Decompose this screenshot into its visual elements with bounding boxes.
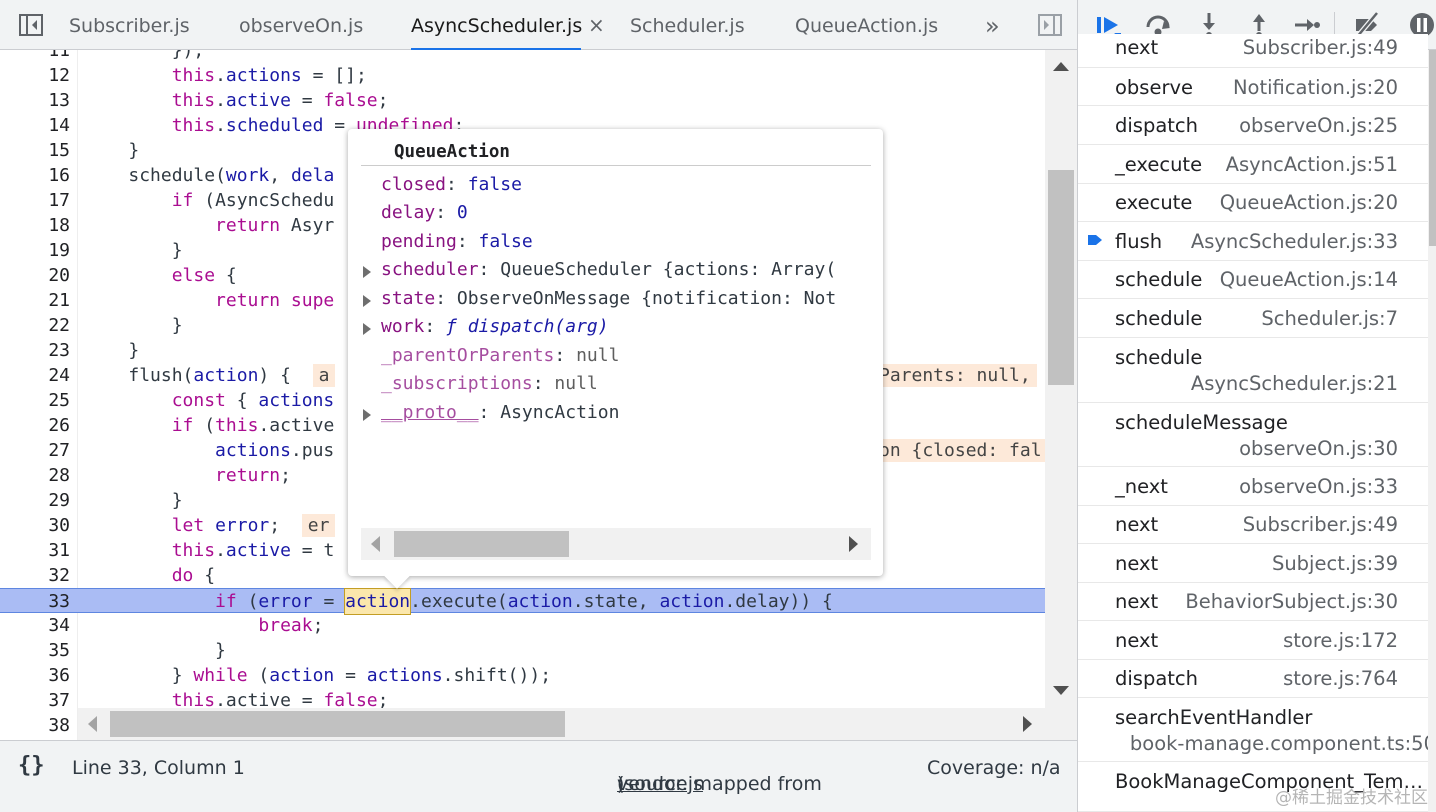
property-row-expandable[interactable]: state: ObserveOnMessage {notification: N…: [348, 285, 873, 313]
call-frame[interactable]: searchEventHandler book-manage.component.…: [1078, 698, 1436, 762]
call-stack-scroll-thumb[interactable]: [1429, 50, 1436, 246]
close-tab-icon[interactable]: ×: [588, 0, 605, 50]
status-bar: {} Line 33, Column 1 (source mapped from…: [0, 740, 1077, 812]
code-line[interactable]: 13 this.active = false;: [0, 88, 1045, 113]
expand-triangle-icon[interactable]: [363, 266, 371, 278]
code-line[interactable]: 11 });: [0, 50, 1045, 63]
code-line[interactable]: 12 this.actions = [];: [0, 63, 1045, 88]
property-row-expandable[interactable]: work: ƒ dispatch(arg): [348, 313, 873, 341]
scroll-right-arrow-icon[interactable]: [1023, 716, 1032, 732]
hovered-variable[interactable]: action: [344, 588, 412, 615]
call-frame[interactable]: next BehaviorSubject.js:30: [1078, 583, 1428, 621]
call-stack-scrollbar[interactable]: [1428, 50, 1436, 812]
vertical-scroll-thumb[interactable]: [1048, 170, 1074, 385]
call-frame[interactable]: _next observeOn.js:33: [1078, 467, 1428, 506]
toggle-navigator-icon[interactable]: [18, 12, 44, 38]
call-frame[interactable]: schedule QueueAction.js:14: [1078, 261, 1428, 299]
horizontal-scroll-thumb[interactable]: [110, 711, 565, 737]
call-frame[interactable]: scheduleMessage observeOn.js:30: [1078, 403, 1428, 467]
current-frame-arrow-icon: [1088, 235, 1102, 245]
call-frame-current[interactable]: flush AsyncScheduler.js:33: [1078, 222, 1428, 261]
popover-horizontal-scrollbar[interactable]: [361, 528, 871, 560]
call-frame[interactable]: dispatch observeOn.js:25: [1078, 106, 1428, 145]
tab-observeon[interactable]: observeOn.js: [239, 0, 363, 50]
toggle-debugger-icon[interactable]: [1037, 12, 1063, 38]
inline-value: er: [301, 514, 336, 537]
expand-triangle-icon[interactable]: [363, 323, 371, 335]
tab-scheduler[interactable]: Scheduler.js: [630, 0, 745, 50]
scroll-up-arrow-icon[interactable]: [1053, 62, 1069, 71]
call-frame[interactable]: next Subject.js:39: [1078, 544, 1428, 583]
property-row-expandable[interactable]: __proto__: AsyncAction: [348, 399, 873, 427]
call-frame[interactable]: next Subscriber.js:49: [1078, 506, 1428, 544]
code-line[interactable]: 36 } while (action = actions.shift());: [0, 663, 1045, 688]
call-frame[interactable]: schedule AsyncScheduler.js:21: [1078, 338, 1428, 403]
call-stack-panel: next Subscriber.js:49 observe Notification…: [1077, 0, 1436, 812]
watermark: @稀土掘金技术社区: [1275, 788, 1428, 808]
tab-asyncscheduler[interactable]: AsyncScheduler.js: [411, 0, 582, 50]
inline-value: a: [312, 364, 336, 387]
inline-value: on {closed: fal: [873, 439, 1048, 462]
expand-triangle-icon[interactable]: [363, 295, 371, 307]
variable-preview-popover[interactable]: QueueAction closed: false delay: 0 pendi…: [348, 129, 883, 589]
cursor-position: Line 33, Column 1: [72, 757, 245, 779]
call-frame[interactable]: next store.js:172: [1078, 621, 1428, 660]
coverage-info: Coverage: n/a: [927, 757, 1061, 779]
call-frame[interactable]: execute QueueAction.js:20: [1078, 184, 1428, 222]
call-frame[interactable]: observe Notification.js:20: [1078, 68, 1428, 106]
scroll-left-arrow-icon[interactable]: [371, 536, 380, 552]
code-line[interactable]: 34 break;: [0, 613, 1045, 638]
popover-scroll-thumb[interactable]: [394, 531, 569, 557]
expand-triangle-icon[interactable]: [363, 409, 371, 421]
popover-title: QueueAction: [361, 139, 871, 166]
tab-queueaction[interactable]: QueueAction.js: [795, 0, 938, 50]
property-row[interactable]: delay: 0: [348, 199, 873, 227]
scroll-left-arrow-icon[interactable]: [88, 716, 97, 732]
code-line[interactable]: 35 }: [0, 638, 1045, 663]
property-row[interactable]: closed: false: [348, 171, 873, 199]
editor-tab-bar: Subscriber.js observeOn.js AsyncSchedule…: [0, 0, 1077, 50]
more-tabs-icon[interactable]: »: [985, 0, 1000, 50]
call-frame[interactable]: schedule Scheduler.js:7: [1078, 299, 1428, 338]
call-frame[interactable]: next Subscriber.js:49: [1078, 34, 1428, 68]
editor-horizontal-scrollbar[interactable]: [78, 708, 1045, 740]
scroll-right-arrow-icon[interactable]: [849, 536, 858, 552]
property-row[interactable]: _subscriptions: null: [348, 370, 873, 398]
property-row-expandable[interactable]: scheduler: QueueScheduler {actions: Arra…: [348, 256, 873, 284]
editor-vertical-scrollbar[interactable]: [1045, 50, 1077, 740]
property-row[interactable]: _parentOrParents: null: [348, 342, 873, 370]
tab-subscriber[interactable]: Subscriber.js: [69, 0, 190, 50]
call-frame[interactable]: dispatch store.js:764: [1078, 660, 1428, 698]
pretty-print-icon[interactable]: {}: [18, 753, 45, 778]
property-row[interactable]: pending: false: [348, 228, 873, 256]
source-file-link[interactable]: vendor.js: [617, 773, 703, 795]
current-execution-line[interactable]: 33 if (error = action.execute(action.sta…: [0, 588, 1045, 615]
inline-value: Parents: null,: [873, 364, 1037, 387]
call-frame[interactable]: _execute AsyncAction.js:51: [1078, 145, 1428, 184]
scroll-down-arrow-icon[interactable]: [1053, 686, 1069, 695]
